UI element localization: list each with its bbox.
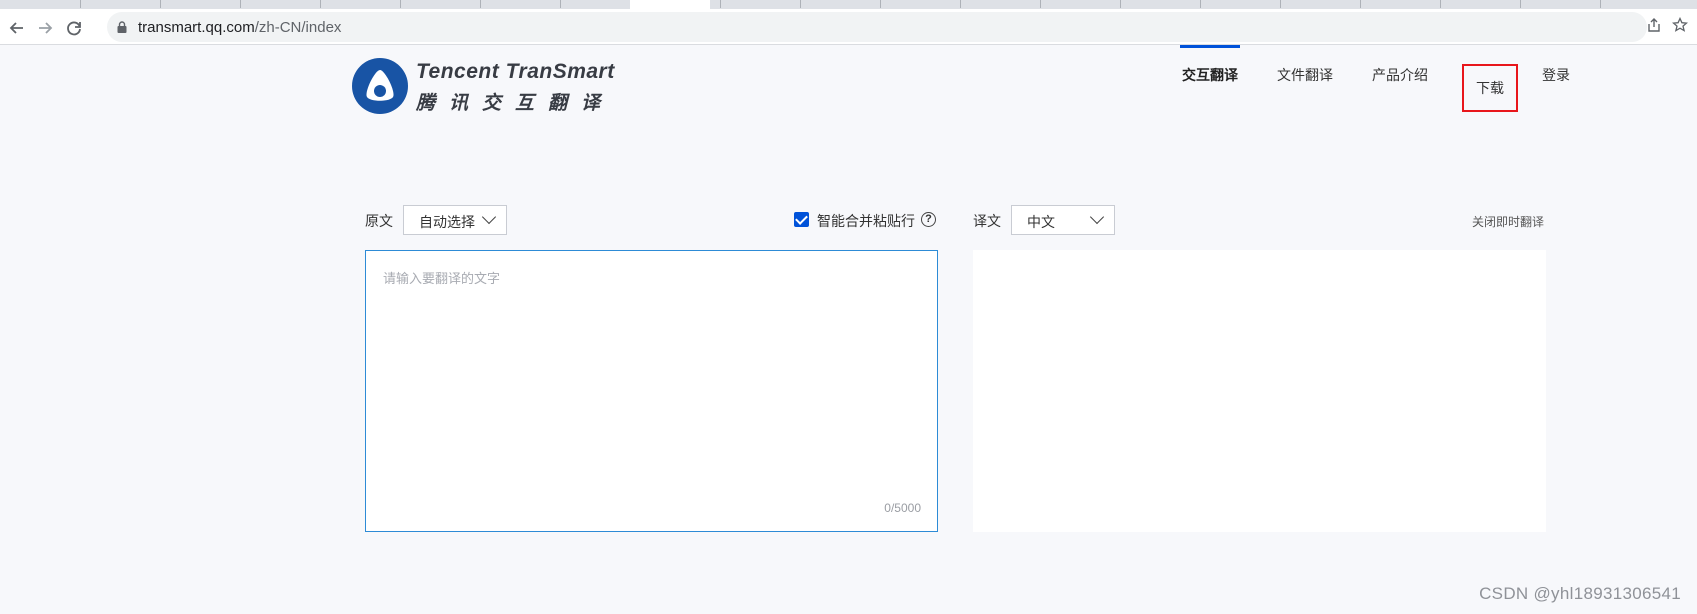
nav-download[interactable]: 下载 [1462,64,1518,112]
tab-separator [1440,0,1441,8]
active-tab[interactable] [630,0,710,9]
source-label: 原文 [365,213,393,229]
tab-separator [880,0,881,8]
forward-icon[interactable] [34,17,56,39]
tab-separator [1360,0,1361,8]
tab-separator [1040,0,1041,8]
tab-separator [400,0,401,8]
bookmark-star-icon[interactable] [1669,16,1691,39]
logo-chinese: 腾讯交互翻译 [416,93,615,114]
close-instant-translation-link[interactable]: 关闭即时翻译 [1472,213,1544,230]
lock-icon[interactable] [117,20,127,33]
nav-file-translation[interactable]: 文件翻译 [1277,45,1333,105]
tab-separator [560,0,561,8]
tab-separator [1120,0,1121,8]
nav-product-intro[interactable]: 产品介绍 [1372,45,1428,105]
csdn-watermark: CSDN @yhl18931306541 [1479,584,1681,603]
back-icon[interactable] [6,17,28,39]
source-language-select[interactable]: 自动选择 [403,205,507,235]
character-counter: 0/5000 [884,501,921,515]
tab-separator [80,0,81,8]
browser-toolbar: transmart.qq.com/zh-CN/index [0,9,1697,45]
url-text: transmart.qq.com/zh-CN/index [138,19,341,36]
tab-separator [1600,0,1601,8]
tab-separator [1280,0,1281,8]
nav-login[interactable]: 登录 [1542,45,1570,105]
target-language-select[interactable]: 中文 [1011,205,1115,235]
url-host: transmart.qq.com [138,19,255,36]
source-input[interactable] [366,251,937,531]
tab-separator [720,0,721,8]
tab-separator [480,0,481,8]
source-language-value: 自动选择 [419,214,475,230]
chevron-down-icon [1089,209,1105,225]
tab-separator [240,0,241,8]
target-output-area [973,250,1546,532]
share-icon[interactable] [1643,17,1665,39]
tab-separator [320,0,321,8]
target-language-value: 中文 [1027,214,1055,230]
address-bar[interactable]: transmart.qq.com/zh-CN/index [107,12,1647,42]
nav-interactive-translation[interactable]: 交互翻译 [1180,45,1240,105]
tab-separator [1200,0,1201,8]
logo-english: Tencent TranSmart [416,60,615,83]
smart-merge-checkbox[interactable] [794,212,809,227]
smart-merge-label: 智能合并粘贴行 [817,213,915,229]
browser-tab-strip [0,0,1697,9]
tab-separator [800,0,801,8]
target-label: 译文 [973,213,1001,229]
help-icon[interactable]: ? [921,212,936,227]
logo-mark-icon [352,58,408,114]
reload-icon[interactable] [63,17,85,39]
tab-separator [1520,0,1521,8]
tab-separator [960,0,961,8]
tencent-transmart-logo[interactable]: Tencent TranSmart 腾讯交互翻译 [352,58,615,116]
source-text-area[interactable]: 0/5000 [365,250,938,532]
url-path: /zh-CN/index [254,19,342,36]
chevron-down-icon [481,209,497,225]
tab-separator [160,0,161,8]
